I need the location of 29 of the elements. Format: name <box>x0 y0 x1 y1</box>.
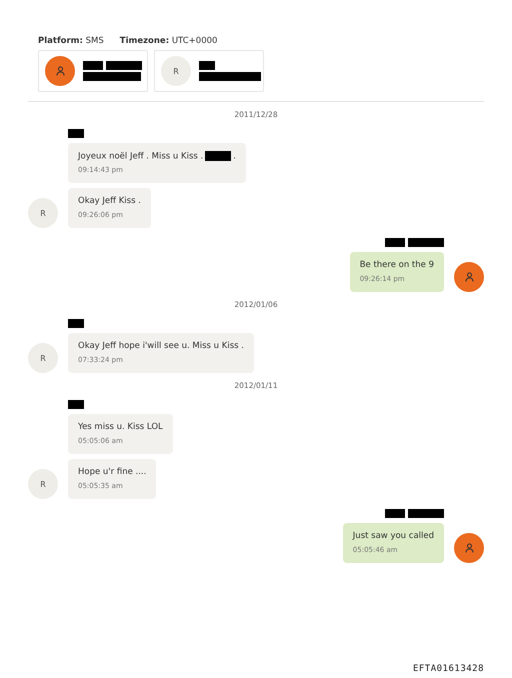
platform-label: Platform: SMS <box>38 36 104 46</box>
avatar: R <box>28 469 58 500</box>
message-text: Okay Jeff Kiss . <box>78 196 141 206</box>
redaction-mark <box>199 61 215 70</box>
avatar: R <box>28 198 58 228</box>
redaction-mark <box>408 238 444 248</box>
message-text: Just saw you called <box>352 531 434 542</box>
redaction-mark <box>408 509 444 518</box>
person-icon <box>464 272 474 282</box>
timezone-label: Timezone: UTC+0000 <box>120 36 218 46</box>
avatar: R <box>28 343 58 374</box>
redaction-mark <box>385 238 405 248</box>
redaction-mark <box>68 319 84 328</box>
message-text: Yes miss u. Kiss LOL <box>78 422 163 432</box>
message-text: Joyeux noël Jeff . Miss u Kiss . . <box>78 151 236 162</box>
message-text: Okay Jeff hope i'will see u. Miss u Kiss . <box>78 341 244 352</box>
message-text: Be there on the 9 <box>360 260 434 270</box>
redaction-mark <box>106 61 142 70</box>
redaction-mark <box>385 509 405 518</box>
avatar: R <box>161 56 191 86</box>
person-icon <box>56 66 64 76</box>
redaction-mark <box>68 129 84 138</box>
redaction-mark <box>68 400 84 410</box>
redaction-mark <box>199 72 261 81</box>
redaction-mark <box>83 61 103 70</box>
document-id-label: EFTA01613428 <box>412 664 484 674</box>
redaction-mark <box>83 72 141 81</box>
message-text: Hope u'r fine .... <box>78 467 146 478</box>
person-icon <box>464 543 474 554</box>
